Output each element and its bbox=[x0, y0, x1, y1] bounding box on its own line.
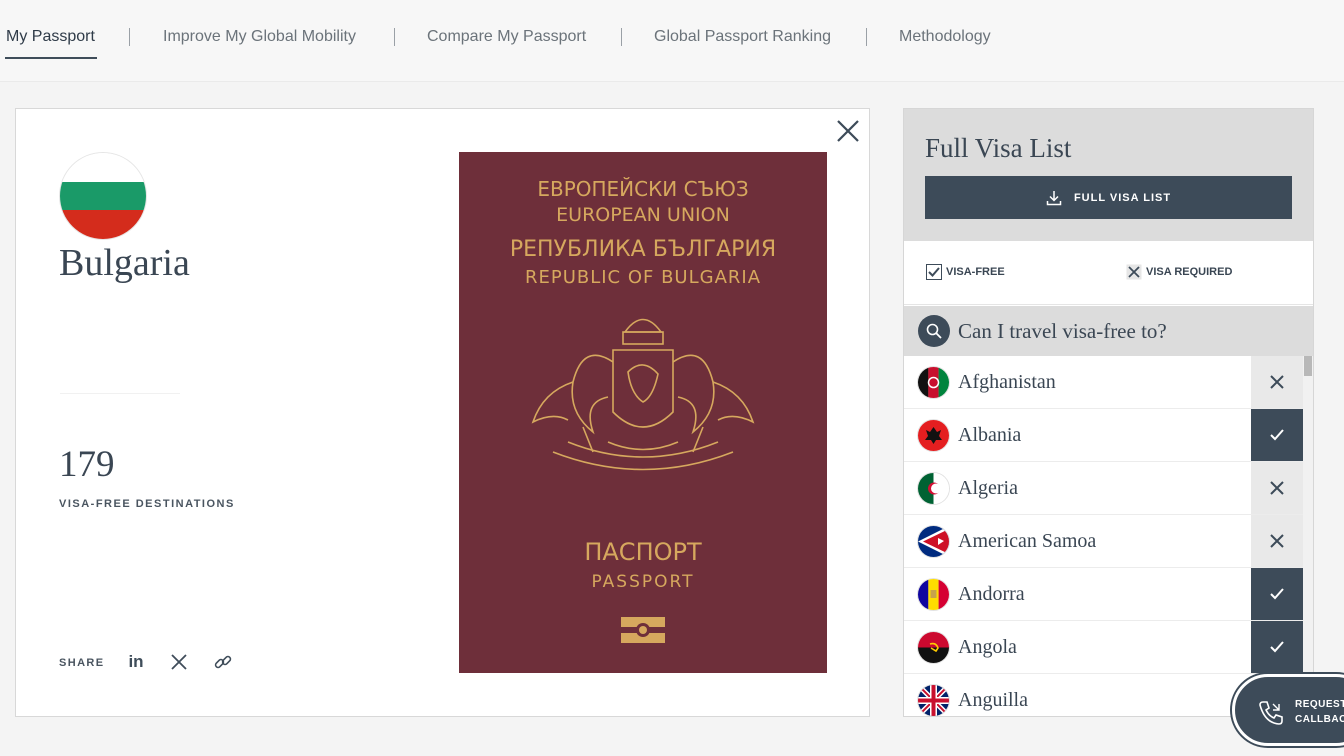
angola-flag-icon bbox=[918, 632, 949, 663]
visa-required-status bbox=[1251, 462, 1303, 514]
passport-text: EUROPEAN UNION bbox=[556, 204, 730, 226]
nav-divider bbox=[621, 28, 622, 46]
legend-visa-required[interactable]: VISA REQUIRED bbox=[1126, 264, 1232, 280]
visa-required-status bbox=[1251, 356, 1303, 408]
visa-free-label: VISA-FREE DESTINATIONS bbox=[59, 498, 235, 510]
list-item[interactable]: Afghanistan bbox=[904, 356, 1303, 409]
biometric-chip-icon bbox=[621, 617, 665, 643]
close-icon bbox=[837, 120, 859, 142]
request-callback-button[interactable]: REQUEST CALLBACK bbox=[1232, 674, 1344, 746]
visa-panel-title: Full Visa List bbox=[925, 133, 1072, 163]
close-button[interactable] bbox=[836, 119, 860, 143]
nav-divider bbox=[129, 28, 130, 46]
top-navigation: My Passport Improve My Global Mobility C… bbox=[0, 0, 1344, 82]
bulgaria-flag-icon bbox=[60, 153, 146, 239]
link-icon[interactable] bbox=[212, 651, 234, 673]
country-visa-list: Afghanistan Albania Algeria American Sam… bbox=[904, 356, 1313, 716]
callback-line-1: REQUEST bbox=[1295, 699, 1344, 710]
tab-improve-global-mobility[interactable]: Improve My Global Mobility bbox=[163, 28, 356, 46]
close-icon bbox=[1270, 534, 1284, 548]
country-name: Anguilla bbox=[958, 689, 1028, 711]
search-input[interactable] bbox=[958, 318, 1258, 344]
close-icon bbox=[1270, 481, 1284, 495]
download-button-label: FULL VISA LIST bbox=[1073, 191, 1172, 204]
passport-text: REPUBLIC OF BULGARIA bbox=[524, 267, 762, 288]
phone-icon bbox=[1259, 701, 1283, 725]
anguilla-flag-icon bbox=[918, 685, 949, 716]
country-name: Algeria bbox=[958, 477, 1018, 499]
algeria-flag-icon bbox=[918, 473, 949, 504]
checkmark-icon bbox=[1270, 429, 1284, 441]
nav-divider bbox=[866, 28, 867, 46]
visa-legend: VISA-FREE VISA REQUIRED bbox=[904, 241, 1313, 305]
list-item[interactable]: American Samoa bbox=[904, 515, 1303, 568]
checkbox-checked-icon bbox=[926, 264, 942, 280]
country-name: Afghanistan bbox=[958, 371, 1056, 393]
list-item[interactable]: Andorra bbox=[904, 568, 1303, 621]
nav-divider bbox=[394, 28, 395, 46]
tab-compare-passport[interactable]: Compare My Passport bbox=[427, 28, 586, 46]
visa-required-status bbox=[1251, 515, 1303, 567]
country-name: Albania bbox=[958, 424, 1022, 446]
american-samoa-flag-icon bbox=[918, 526, 949, 557]
visa-panel-header: Full Visa List FULL VISA LIST bbox=[904, 109, 1313, 241]
tab-my-passport[interactable]: My Passport bbox=[6, 28, 95, 46]
albania-flag-icon bbox=[918, 420, 949, 451]
download-visa-list-button[interactable]: FULL VISA LIST bbox=[925, 176, 1292, 219]
checkmark-icon bbox=[1270, 588, 1284, 600]
passport-text: PASSPORT bbox=[591, 572, 695, 592]
x-icon[interactable] bbox=[168, 651, 190, 673]
share-label: SHARE bbox=[59, 657, 105, 669]
list-item[interactable]: Angola bbox=[904, 621, 1303, 674]
visa-free-status bbox=[1251, 409, 1303, 461]
afghanistan-flag-icon bbox=[918, 367, 949, 398]
passport-text: ПАСПОРТ bbox=[584, 538, 702, 566]
visa-free-count: 179 bbox=[59, 444, 115, 485]
tab-global-passport-ranking[interactable]: Global Passport Ranking bbox=[654, 28, 831, 46]
passport-text: РЕПУБЛИКА БЪЛГАРИЯ bbox=[509, 237, 777, 262]
andorra-flag-icon bbox=[918, 579, 949, 610]
close-icon bbox=[1270, 375, 1284, 389]
list-item[interactable]: Algeria bbox=[904, 462, 1303, 515]
country-name: Angola bbox=[958, 636, 1017, 658]
visa-free-status bbox=[1251, 621, 1303, 673]
list-scrollbar[interactable] bbox=[1303, 356, 1313, 716]
callback-line-2: CALLBACK bbox=[1295, 714, 1344, 725]
visa-free-status bbox=[1251, 568, 1303, 620]
callback-label: REQUEST CALLBACK bbox=[1295, 697, 1344, 727]
divider bbox=[60, 393, 180, 394]
country-name: American Samoa bbox=[958, 530, 1097, 552]
download-icon bbox=[1046, 190, 1062, 205]
search-icon[interactable] bbox=[918, 315, 950, 347]
checkmark-icon bbox=[1270, 641, 1284, 653]
country-name: Bulgaria bbox=[59, 242, 190, 284]
passport-cover-image: ЕВРОПЕЙСКИ СЪЮЗ EUROPEAN UNION РЕПУБЛИКА… bbox=[459, 152, 827, 673]
scrollbar-thumb[interactable] bbox=[1304, 356, 1312, 376]
legend-visa-required-label: VISA REQUIRED bbox=[1146, 266, 1233, 278]
linkedin-icon[interactable]: in bbox=[125, 651, 147, 673]
country-name: Andorra bbox=[958, 583, 1025, 605]
list-item[interactable]: Albania bbox=[904, 409, 1303, 462]
legend-visa-free-label: VISA-FREE bbox=[946, 266, 1005, 278]
full-visa-list-panel: Full Visa List FULL VISA LIST VISA-FREE … bbox=[903, 108, 1314, 717]
coat-of-arms-icon bbox=[531, 318, 755, 471]
tab-methodology[interactable]: Methodology bbox=[899, 28, 991, 46]
passport-card: Bulgaria 179 VISA-FREE DESTINATIONS SHAR… bbox=[15, 108, 870, 717]
legend-visa-free[interactable]: VISA-FREE bbox=[926, 264, 1005, 280]
passport-text: ЕВРОПЕЙСКИ СЪЮЗ bbox=[537, 177, 749, 201]
x-box-icon bbox=[1126, 264, 1142, 280]
active-tab-indicator bbox=[5, 57, 97, 59]
destination-search bbox=[904, 306, 1313, 356]
